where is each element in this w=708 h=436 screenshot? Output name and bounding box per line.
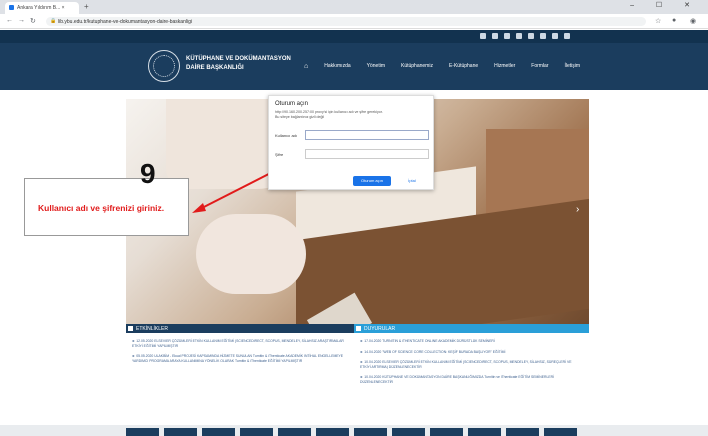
footer-tab[interactable] bbox=[468, 428, 501, 436]
footer-tab[interactable] bbox=[506, 428, 539, 436]
list-item[interactable]: ► 14.04.2020 "WEB OF SCIENCE CORE COLLEC… bbox=[360, 350, 583, 355]
footer-tab[interactable] bbox=[430, 428, 463, 436]
dialog-title: Oturum açın bbox=[275, 101, 309, 107]
list-item[interactable]: ► 17.04.2020 TURNITIN & iTHENTICATE ONLI… bbox=[360, 339, 583, 344]
footer-tab[interactable] bbox=[278, 428, 311, 436]
username-field[interactable] bbox=[305, 130, 429, 140]
footer-strip bbox=[0, 425, 708, 436]
cancel-button[interactable]: İptal bbox=[397, 176, 427, 186]
events-heading: ETKİNLİKLER bbox=[126, 324, 354, 333]
sign-in-button[interactable]: Oturum açın bbox=[353, 176, 391, 186]
footer-tab[interactable] bbox=[164, 428, 197, 436]
list-item[interactable]: ► 10.04.2020 ELSEVIER ÇÖZÜMLERİ ETKİN KU… bbox=[360, 360, 583, 369]
username-label: Kullanıcı adı bbox=[275, 133, 298, 138]
events-icon bbox=[128, 326, 133, 331]
footer-tab[interactable] bbox=[316, 428, 349, 436]
footer-tab[interactable] bbox=[126, 428, 159, 436]
password-field[interactable] bbox=[305, 149, 429, 159]
megaphone-icon bbox=[356, 326, 361, 331]
footer-tab[interactable] bbox=[202, 428, 235, 436]
footer-tab[interactable] bbox=[354, 428, 387, 436]
dialog-warning: Bu siteye bağlantınız gizli değil bbox=[275, 115, 325, 119]
password-label: Şifre bbox=[275, 152, 284, 157]
announcements-panel: DUYURULAR ► 17.04.2020 TURNITIN & iTHENT… bbox=[354, 324, 589, 424]
footer-tab[interactable] bbox=[544, 428, 577, 436]
list-item[interactable]: ► 12.05.2020 ELSEVIER ÇÖZÜMLERİ ETKİN KU… bbox=[132, 339, 348, 348]
proxy-login-dialog: Oturum açın http://90.160.200.257:00 pro… bbox=[268, 95, 434, 190]
events-panel: ETKİNLİKLER ► 12.05.2020 ELSEVIER ÇÖZÜML… bbox=[126, 324, 354, 424]
footer-tab[interactable] bbox=[392, 428, 425, 436]
footer-tab[interactable] bbox=[240, 428, 273, 436]
list-item[interactable]: ► 05.05.2020 ULAKBİM - Ekual PROJESİ KAP… bbox=[132, 354, 348, 363]
announcements-heading: DUYURULAR bbox=[354, 324, 589, 333]
list-item[interactable]: ► 10.04.2020 KÜTÜPHANE VE DOKÜMANTASYON … bbox=[360, 375, 583, 384]
